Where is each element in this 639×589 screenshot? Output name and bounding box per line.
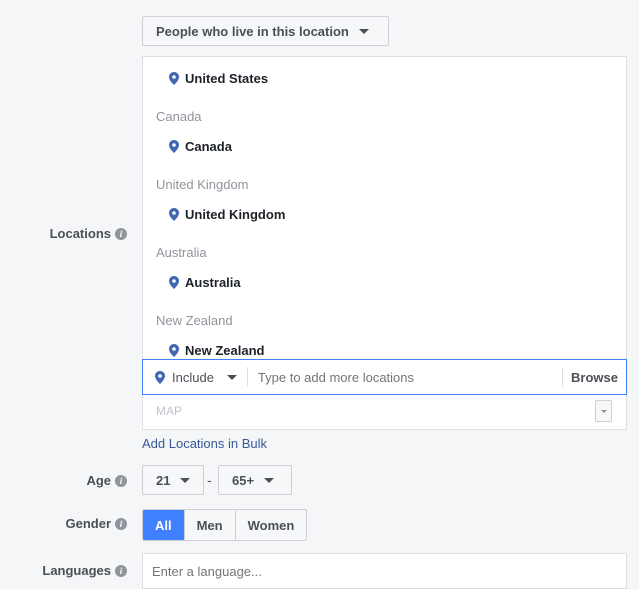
- location-pin-icon: [169, 276, 179, 289]
- gender-label: Gender i: [65, 516, 127, 531]
- location-item: Canada: [169, 139, 232, 154]
- location-name: United States: [185, 71, 269, 86]
- map-expand-button[interactable]: [595, 400, 612, 422]
- include-dropdown[interactable]: Include: [143, 367, 248, 387]
- age-min-dropdown[interactable]: 21: [142, 465, 204, 495]
- info-icon[interactable]: i: [115, 227, 127, 240]
- age-label: Age i: [86, 473, 127, 488]
- location-item: Australia: [169, 275, 241, 290]
- info-icon[interactable]: i: [115, 474, 127, 487]
- include-label: Include: [172, 369, 214, 385]
- map-toggle-row[interactable]: MAP: [142, 395, 627, 430]
- location-search-row: Include Browse: [142, 359, 627, 395]
- language-input[interactable]: [142, 553, 627, 589]
- gender-label-text: Gender: [65, 516, 111, 531]
- location-search-input[interactable]: [247, 369, 563, 385]
- browse-button[interactable]: Browse: [562, 367, 626, 387]
- location-pin-icon: [169, 72, 179, 85]
- locations-label: Locations i: [50, 226, 127, 241]
- chevron-down-icon: [600, 409, 607, 413]
- gender-option-men[interactable]: Men: [183, 510, 235, 540]
- location-pin-icon: [155, 370, 165, 384]
- info-icon[interactable]: i: [115, 517, 127, 530]
- gender-option-all[interactable]: All: [143, 510, 184, 540]
- location-type-dropdown[interactable]: People who live in this location: [142, 16, 389, 46]
- location-name: United Kingdom: [185, 207, 286, 222]
- location-group-label: New Zealand: [156, 313, 233, 328]
- chevron-down-icon: [180, 477, 191, 483]
- gender-option-women[interactable]: Women: [234, 510, 307, 540]
- location-pin-icon: [169, 208, 179, 221]
- age-separator: -: [207, 472, 212, 488]
- location-type-label: People who live in this location: [156, 23, 349, 39]
- location-group-label: United Kingdom: [156, 177, 249, 192]
- location-name: Canada: [185, 139, 232, 154]
- location-pin-icon: [169, 140, 179, 153]
- age-max-dropdown[interactable]: 65+: [218, 465, 292, 495]
- location-group-label: Canada: [156, 109, 202, 124]
- languages-label-text: Languages: [42, 563, 111, 578]
- locations-label-text: Locations: [49, 226, 111, 241]
- location-group-label: Australia: [156, 245, 207, 260]
- location-item: United Kingdom: [169, 207, 285, 222]
- locations-list: United States Canada Canada United Kingd…: [142, 56, 627, 359]
- add-locations-bulk-link[interactable]: Add Locations in Bulk: [142, 436, 267, 451]
- info-icon[interactable]: i: [115, 564, 127, 577]
- location-item: New Zealand: [169, 343, 264, 358]
- browse-label: Browse: [571, 369, 618, 385]
- age-label-text: Age: [86, 473, 111, 488]
- chevron-down-icon: [264, 477, 275, 483]
- map-label: MAP: [156, 404, 183, 418]
- location-pin-icon: [169, 344, 179, 357]
- location-name: New Zealand: [185, 343, 265, 358]
- age-min-value: 21: [156, 472, 171, 488]
- chevron-down-icon: [226, 374, 237, 380]
- gender-selector: All Men Women: [142, 509, 308, 541]
- location-item: United States: [169, 71, 268, 86]
- age-max-value: 65+: [232, 472, 255, 488]
- location-name: Australia: [185, 275, 241, 290]
- languages-label: Languages i: [42, 563, 127, 578]
- chevron-down-icon: [358, 28, 369, 34]
